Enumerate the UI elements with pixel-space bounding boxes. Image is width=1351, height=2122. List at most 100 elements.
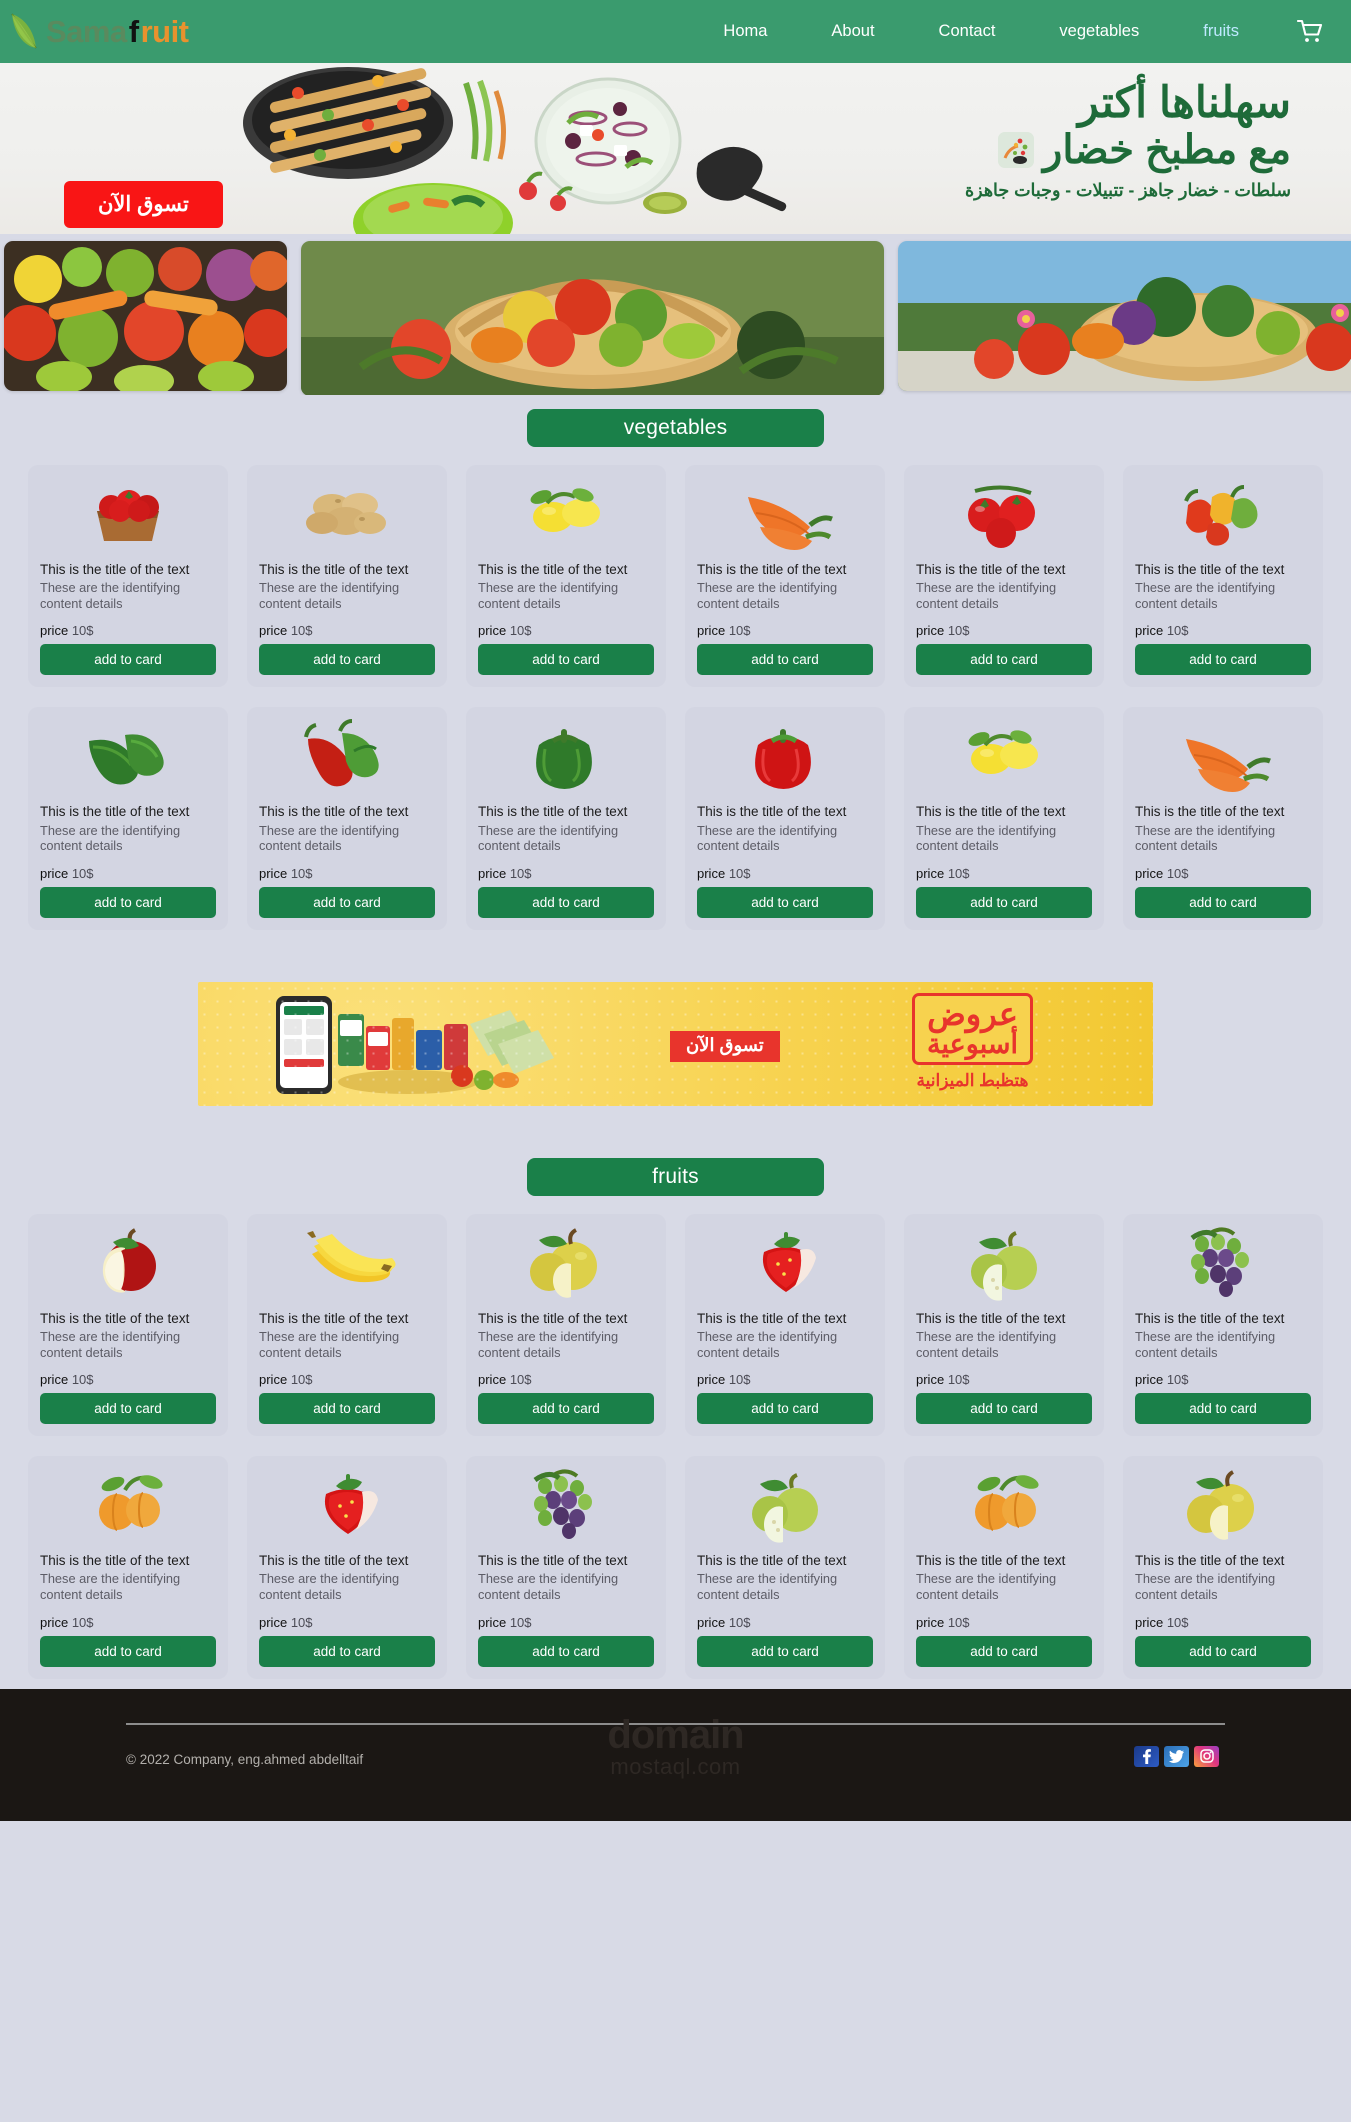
- product-card[interactable]: This is the title of the text These are t…: [685, 1213, 885, 1437]
- logo-text-sama: Sama: [46, 13, 127, 49]
- add-to-cart-button[interactable]: add to card: [916, 886, 1092, 918]
- product-card[interactable]: This is the title of the text These are t…: [247, 707, 447, 930]
- carousel-slide-2[interactable]: [301, 241, 884, 395]
- product-card[interactable]: This is the title of the text These are t…: [466, 1456, 666, 1679]
- product-price: price 10$: [478, 1615, 654, 1630]
- product-title: This is the title of the text: [697, 562, 847, 577]
- bananas-image: [259, 1224, 435, 1302]
- product-price: price 10$: [478, 866, 654, 881]
- product-card[interactable]: This is the title of the text These are t…: [466, 1213, 666, 1437]
- add-to-cart-button[interactable]: add to card: [40, 886, 216, 918]
- nav-item-about[interactable]: About: [799, 16, 906, 47]
- image-carousel[interactable]: [0, 234, 1351, 395]
- nav-item-contact[interactable]: Contact: [907, 16, 1028, 47]
- add-to-cart-button[interactable]: add to card: [916, 644, 1092, 676]
- green-guava-image: [697, 1466, 873, 1544]
- section-header-vegetables: vegetables: [0, 395, 1351, 465]
- hero-shop-now-button[interactable]: تسوق الآن: [64, 181, 223, 228]
- site-footer: domain mostaql.com © 2022 Company, eng.a…: [0, 1688, 1351, 1821]
- product-title: This is the title of the text: [1135, 1553, 1285, 1569]
- nav-item-homa[interactable]: Homa: [691, 16, 799, 47]
- product-card[interactable]: This is the title of the text These are t…: [685, 1456, 885, 1679]
- hero-text-block: سهلناها أكتر مع مطبخ خضار سلطات - خضار ج…: [965, 79, 1291, 201]
- product-card[interactable]: This is the title of the text These are t…: [28, 465, 228, 688]
- product-card[interactable]: This is the title of the text These are t…: [28, 707, 228, 930]
- add-to-cart-button[interactable]: add to card: [478, 1393, 654, 1425]
- product-card[interactable]: This is the title of the text These are t…: [904, 707, 1104, 930]
- add-to-cart-button[interactable]: add to card: [697, 1393, 873, 1425]
- add-to-cart-button[interactable]: add to card: [697, 886, 873, 918]
- add-to-cart-button[interactable]: add to card: [697, 644, 873, 676]
- social-links: [1134, 1745, 1219, 1767]
- product-title: This is the title of the text: [478, 804, 628, 820]
- product-description: These are the identifying content detail…: [478, 1571, 619, 1603]
- product-title: This is the title of the text: [478, 562, 628, 577]
- site-logo[interactable]: Sama f ruit: [10, 12, 189, 52]
- add-to-cart-button[interactable]: add to card: [1135, 644, 1311, 676]
- product-card[interactable]: This is the title of the text These are t…: [28, 1213, 228, 1437]
- logo-text-ruit: ruit: [140, 13, 189, 49]
- cart-button[interactable]: [1293, 17, 1327, 47]
- product-description: These are the identifying content detail…: [697, 1571, 838, 1603]
- product-card[interactable]: This is the title of the text These are t…: [1123, 1456, 1323, 1679]
- add-to-cart-button[interactable]: add to card: [1135, 1635, 1311, 1667]
- product-description: These are the identifying content detail…: [916, 1329, 1057, 1360]
- add-to-cart-button[interactable]: add to card: [478, 1635, 654, 1667]
- weekly-offers-banner[interactable]: تسوق الآن عروض أسبوعية هتظبط الميزانية: [198, 981, 1153, 1106]
- price-label: price: [1135, 865, 1164, 881]
- product-card[interactable]: This is the title of the text These are t…: [466, 465, 666, 688]
- red-bell-pepper-image: [697, 717, 873, 795]
- promo-shop-now-button[interactable]: تسوق الآن: [670, 1030, 780, 1062]
- product-price: price 10$: [259, 1615, 435, 1630]
- instagram-icon[interactable]: [1194, 1745, 1219, 1767]
- product-title: This is the title of the text: [259, 1553, 409, 1569]
- strawberry-image: [259, 1466, 435, 1544]
- add-to-cart-button[interactable]: add to card: [259, 1635, 435, 1667]
- product-price: price 10$: [1135, 623, 1311, 638]
- product-card[interactable]: This is the title of the text These are t…: [247, 465, 447, 688]
- nav-item-fruits[interactable]: fruits: [1171, 16, 1271, 47]
- nav-item-vegetables[interactable]: vegetables: [1027, 16, 1171, 47]
- product-sections: vegetables This is the title of the text T…: [0, 395, 1351, 1689]
- facebook-icon[interactable]: [1134, 1745, 1159, 1767]
- product-card[interactable]: This is the title of the text These are t…: [28, 1456, 228, 1679]
- carousel-slide-1[interactable]: [4, 241, 287, 391]
- add-to-cart-button[interactable]: add to card: [1135, 1393, 1311, 1425]
- add-to-cart-button[interactable]: add to card: [40, 1393, 216, 1425]
- product-card[interactable]: This is the title of the text These are t…: [904, 465, 1104, 688]
- product-card[interactable]: This is the title of the text These are t…: [247, 1213, 447, 1437]
- product-card[interactable]: This is the title of the text These are t…: [1123, 1213, 1323, 1437]
- add-to-cart-button[interactable]: add to card: [40, 1635, 216, 1667]
- product-price: price 10$: [259, 866, 435, 881]
- add-to-cart-button[interactable]: add to card: [40, 644, 216, 676]
- product-card[interactable]: This is the title of the text These are t…: [685, 707, 885, 930]
- product-card[interactable]: This is the title of the text These are t…: [685, 465, 885, 688]
- product-description: These are the identifying content detail…: [40, 822, 181, 854]
- product-card[interactable]: This is the title of the text These are t…: [904, 1213, 1104, 1437]
- twitter-icon[interactable]: [1164, 1745, 1189, 1767]
- product-price: price 10$: [1135, 1615, 1311, 1630]
- product-card[interactable]: This is the title of the text These are t…: [1123, 707, 1323, 930]
- product-title: This is the title of the text: [1135, 1310, 1285, 1326]
- product-description: These are the identifying content detail…: [697, 822, 838, 854]
- product-card[interactable]: This is the title of the text These are t…: [904, 1456, 1104, 1679]
- carousel-slide-3[interactable]: [898, 241, 1351, 391]
- add-to-cart-button[interactable]: add to card: [259, 886, 435, 918]
- add-to-cart-button[interactable]: add to card: [1135, 886, 1311, 918]
- add-to-cart-button[interactable]: add to card: [697, 1635, 873, 1667]
- product-description: These are the identifying content detail…: [259, 822, 400, 854]
- product-card[interactable]: This is the title of the text These are t…: [1123, 465, 1323, 688]
- product-price: price 10$: [40, 866, 216, 881]
- product-card[interactable]: This is the title of the text These are t…: [247, 1456, 447, 1679]
- product-price: price 10$: [916, 1615, 1092, 1630]
- add-to-cart-button[interactable]: add to card: [916, 1635, 1092, 1667]
- price-value: 10$: [1166, 1614, 1189, 1630]
- product-card[interactable]: This is the title of the text These are t…: [466, 707, 666, 930]
- add-to-cart-button[interactable]: add to card: [478, 886, 654, 918]
- add-to-cart-button[interactable]: add to card: [478, 644, 654, 676]
- price-value: 10$: [947, 1614, 970, 1630]
- add-to-cart-button[interactable]: add to card: [916, 1393, 1092, 1425]
- tomatoes-vine-image: [916, 475, 1092, 553]
- add-to-cart-button[interactable]: add to card: [259, 1393, 435, 1425]
- add-to-cart-button[interactable]: add to card: [259, 644, 435, 676]
